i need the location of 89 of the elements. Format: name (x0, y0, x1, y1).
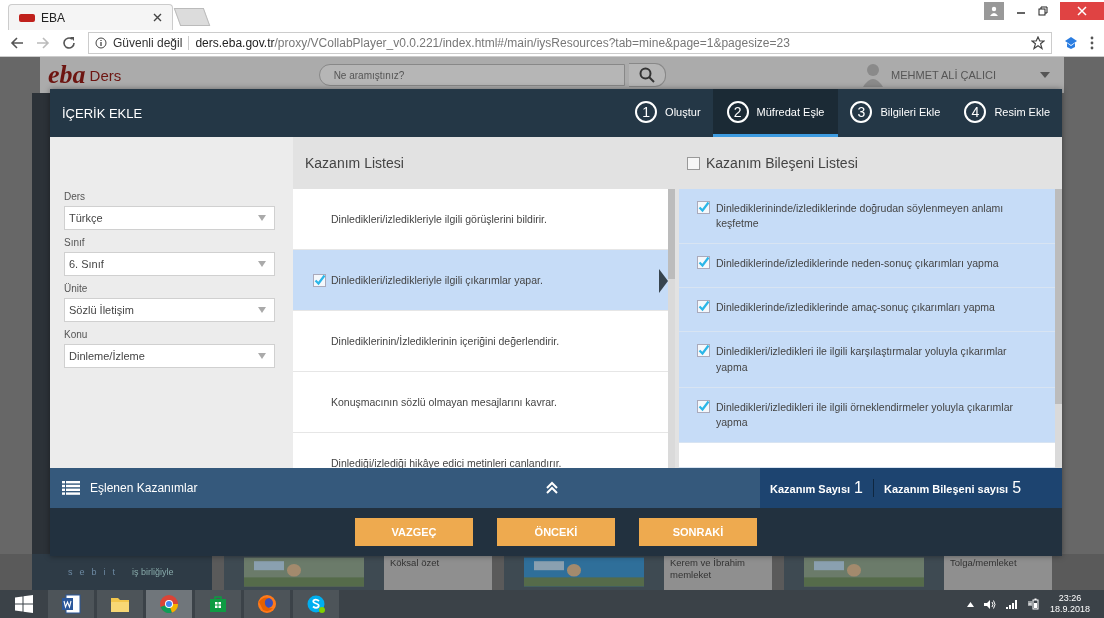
speaker-icon[interactable] (983, 598, 996, 610)
close-icon[interactable] (153, 13, 162, 22)
brand-logo: sebit (68, 567, 122, 577)
taskbar-app[interactable] (293, 590, 339, 618)
clock[interactable]: 23:26 18.9.2018 (1049, 593, 1090, 615)
battery-icon[interactable] (1027, 598, 1040, 610)
dropdown[interactable]: Dinleme/İzleme (64, 344, 275, 368)
outcome-item[interactable]: Dinledikleri/izledikleriyle ilgili görüşlerini bildirir. (293, 189, 668, 250)
menu-icon[interactable] (1090, 36, 1094, 50)
star-icon[interactable] (1031, 36, 1045, 50)
caret-icon (258, 215, 266, 221)
component-item[interactable]: Dinledikleri/izledikleri ile ilgili örneklendirmeler yoluyla çıkarımlar yapma (679, 387, 1055, 443)
step-tab[interactable]: 3 Bilgileri Ekle (838, 89, 953, 137)
caret-icon (258, 353, 266, 359)
browser-tab[interactable]: EBA (8, 4, 173, 30)
pointer-icon (659, 269, 668, 293)
count-label: Kazanım Sayısı (770, 483, 851, 495)
list-title: Kazanım Listesi (305, 155, 404, 171)
component-item[interactable]: Dinlediklerininde/izlediklerinde doğrudan söylenmeyen anlamı keşfetme (679, 189, 1055, 245)
scrollbar[interactable] (1055, 189, 1062, 468)
security-label: Güvenli değil (113, 36, 183, 50)
component-item[interactable]: Dinledikleri/izledikleri ile ilgili karşılaştırmalar yoluyla çıkarımlar yapma (679, 332, 1055, 388)
outcome-item[interactable]: Dinlediklerinin/İzlediklerinin içeriğini değerlendirir. (293, 311, 668, 372)
extension-icon[interactable] (1064, 36, 1078, 50)
caret-icon (258, 261, 266, 267)
chrome-icon (159, 594, 179, 614)
count-value: 1 (854, 479, 863, 497)
folder-icon (110, 595, 130, 613)
list-title: Kazanım Bileşeni Listesi (706, 155, 858, 171)
caret-icon (258, 307, 266, 313)
brand-tagline: iş birliğiyle (132, 567, 174, 577)
firefox-icon (257, 594, 277, 614)
double-chevron-up-icon[interactable] (545, 481, 560, 495)
profile-button[interactable] (984, 2, 1004, 20)
filter-label: Ders (64, 191, 87, 202)
skype-icon (306, 594, 326, 614)
document-icon (61, 594, 81, 614)
count-label: Kazanım Bileşeni sayısı (884, 483, 1009, 495)
url-text: ders.eba.gov.tr/proxy/VCollabPlayer_v0.0.221/index.html#/main/iysResources?tab=mine&page=1&pagesize=23 (195, 36, 790, 50)
component-item[interactable]: Dinlediklerinde/izlediklerinde amaç-sonuç çıkarımları yapma (679, 288, 1055, 333)
checkbox[interactable] (687, 156, 700, 170)
dropdown[interactable]: Sözlü İletişim (64, 298, 275, 322)
outcome-item[interactable]: Dinledikleri/izledikleriyle ilgili çıkarımlar yapar. (293, 250, 668, 311)
site-logo-subtitle: Ders (89, 66, 122, 84)
matched-outcomes-label[interactable]: Eşlenen Kazanımlar (90, 481, 198, 495)
caret-up-icon[interactable] (966, 601, 974, 607)
clock-time: 23:26 (1058, 593, 1082, 604)
step-tab[interactable]: 1 Oluştur (623, 89, 713, 137)
checkbox[interactable] (697, 399, 710, 413)
component-item[interactable]: Dinlediklerinde/izlediklerinde neden-sonuç çıkarımları yapma (679, 244, 1055, 289)
caret-icon[interactable] (1040, 72, 1050, 78)
search-button[interactable] (628, 63, 666, 87)
dialog-title: İÇERİK EKLE (62, 105, 143, 121)
scrollbar[interactable] (668, 189, 675, 468)
checkbox[interactable] (313, 273, 326, 287)
signal-icon[interactable] (1005, 599, 1018, 609)
checkbox[interactable] (697, 201, 710, 214)
outcome-item[interactable]: Konuşmacının sözlü olmayan mesajlarını kavrar. (293, 372, 668, 433)
search-field[interactable]: Ne aramıştınız? (318, 64, 625, 86)
back-icon[interactable] (10, 36, 24, 50)
user-icon (989, 6, 999, 16)
count-value: 5 (1012, 479, 1022, 497)
store-icon (209, 595, 227, 613)
checkbox[interactable] (697, 344, 710, 358)
taskbar-app[interactable] (48, 590, 94, 618)
windows-icon (15, 595, 33, 613)
reload-icon[interactable] (62, 36, 76, 50)
avatar-icon (863, 63, 884, 87)
info-icon (95, 37, 107, 49)
list-icon[interactable] (62, 481, 80, 495)
step-tab[interactable]: 4 Resim Ekle (952, 89, 1062, 137)
step-tab[interactable]: 2 Müfredat Eşle (712, 89, 839, 137)
taskbar-app[interactable] (195, 590, 241, 618)
tab-title: EBA (41, 10, 66, 25)
site-logo[interactable]: eba (48, 62, 86, 88)
checkbox[interactable] (697, 300, 710, 314)
close-window-button[interactable] (1060, 2, 1104, 20)
close-icon (1077, 6, 1087, 16)
filter-label: Ünite (64, 283, 89, 294)
checkbox[interactable] (697, 256, 710, 270)
clock-date: 18.9.2018 (1049, 604, 1090, 615)
dropdown[interactable]: Türkçe (64, 206, 275, 230)
filter-label: Sınıf (64, 237, 86, 248)
restore-icon[interactable] (1038, 6, 1048, 16)
search-icon (638, 67, 655, 83)
address-field[interactable]: Güvenli değil ders.eba.gov.tr/proxy/VCollabPlayer_v0.0.221/index.html#/main/iysResources?tab=mine&page=1&pagesize=23 (88, 32, 1052, 54)
taskbar-app[interactable] (97, 590, 143, 618)
dropdown[interactable]: 6. Sınıf (64, 252, 275, 276)
filter-label: Konu (64, 329, 89, 340)
